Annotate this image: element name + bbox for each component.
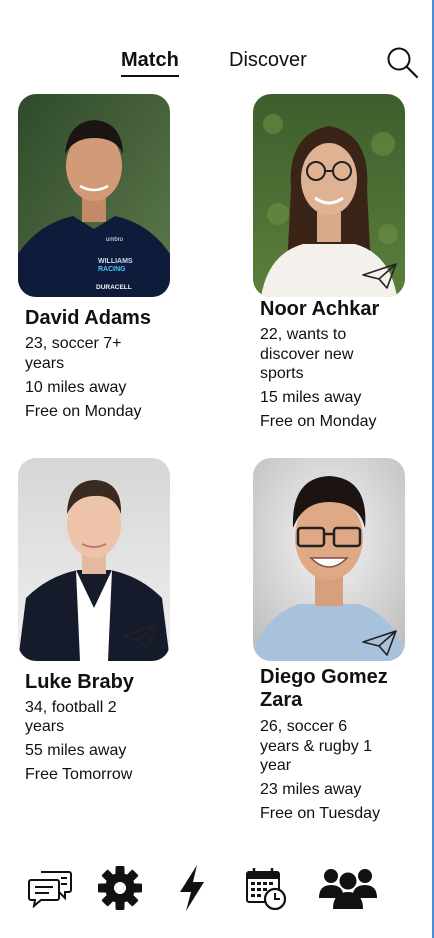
profile-detail: years & rugby 1	[260, 738, 373, 755]
nav-schedule[interactable]	[242, 862, 290, 914]
search-icon	[387, 47, 419, 79]
tab-match[interactable]: Match	[121, 46, 179, 77]
profile-card[interactable]: WILLIAMS RACING DURACELL umbro David Ada…	[18, 94, 188, 434]
profile-distance: 55 miles away	[25, 742, 127, 759]
paper-plane-icon	[362, 630, 397, 656]
profile-detail: discover new	[260, 346, 354, 363]
lightning-icon	[180, 865, 204, 911]
profile-card[interactable]: Noor Achkar 22, wants to discover new sp…	[253, 94, 423, 439]
profile-detail: year	[260, 757, 292, 774]
profile-detail: 23, soccer 7+	[25, 335, 122, 352]
profile-name: Luke Braby	[25, 671, 134, 693]
nav-quick-match[interactable]	[168, 862, 216, 914]
group-icon	[319, 869, 377, 909]
shirt-text: umbro	[106, 237, 124, 243]
profile-detail: years	[25, 718, 65, 735]
nav-groups[interactable]	[316, 862, 380, 914]
profile-availability: Free on Monday	[25, 403, 142, 420]
profile-detail: 26, soccer 6	[260, 718, 348, 735]
shirt-text: RACING	[98, 266, 126, 273]
top-tabs: Match Discover	[0, 46, 434, 77]
gear-icon	[98, 866, 142, 910]
profile-name: Diego Gomez	[260, 666, 388, 688]
profile-detail: 22, wants to	[260, 326, 347, 343]
profile-name: Zara	[260, 689, 303, 711]
paper-plane-icon	[362, 263, 397, 289]
nav-settings[interactable]	[96, 862, 144, 914]
bottom-nav	[0, 862, 434, 914]
profile-name: David Adams	[25, 307, 151, 329]
shirt-text: DURACELL	[96, 284, 132, 291]
profile-availability: Free on Monday	[260, 413, 377, 430]
profile-detail: 34, football 2	[25, 699, 117, 716]
profile-card[interactable]: Luke Braby 34, football 2 years 55 miles…	[18, 458, 188, 788]
tab-discover[interactable]: Discover	[229, 46, 307, 74]
profile-card[interactable]: Diego Gomez Zara 26, soccer 6 years & ru…	[253, 458, 423, 830]
send-message-button[interactable]	[121, 623, 159, 651]
send-message-button[interactable]	[361, 262, 399, 290]
profile-photo: WILLIAMS RACING DURACELL umbro	[18, 94, 170, 297]
profile-availability: Free on Tuesday	[260, 805, 381, 822]
profile-distance: 10 miles away	[25, 379, 127, 396]
shirt-text: WILLIAMS	[98, 258, 133, 265]
nav-chat[interactable]	[26, 862, 74, 914]
chat-icon	[28, 871, 72, 908]
calendar-clock-icon	[246, 868, 287, 911]
profile-detail: sports	[260, 365, 304, 382]
profile-distance: 23 miles away	[260, 781, 362, 798]
profile-availability: Free Tomorrow	[25, 766, 133, 783]
profile-name: Noor Achkar	[260, 298, 380, 320]
send-message-button[interactable]	[361, 629, 399, 657]
profile-distance: 15 miles away	[260, 389, 362, 406]
search-button[interactable]	[384, 44, 420, 80]
profile-detail: years	[25, 355, 65, 372]
paper-plane-icon	[122, 624, 157, 650]
